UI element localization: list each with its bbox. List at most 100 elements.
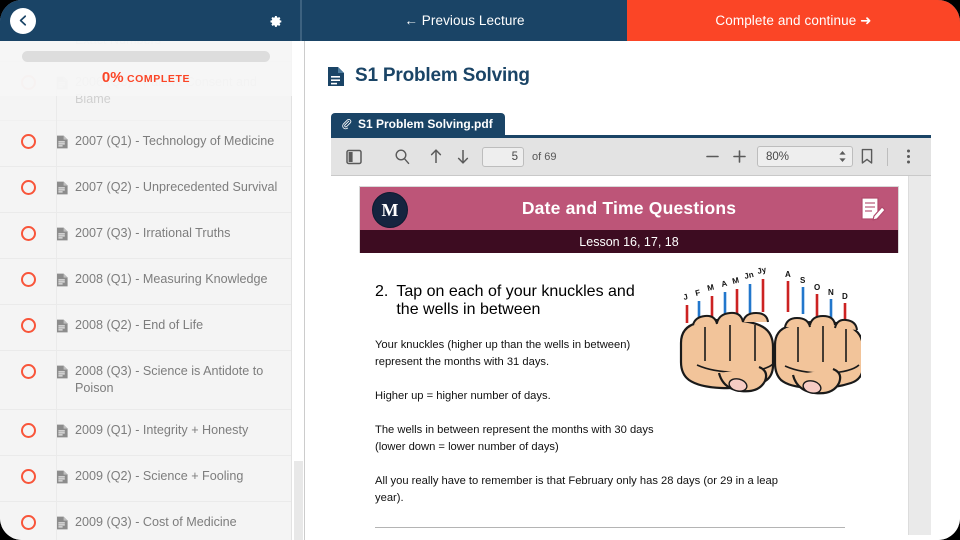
lesson-list: 2006 (Q3) - Higher Education + Exact Num… xyxy=(0,41,291,540)
lesson-list-item[interactable]: 2009 (Q1) - Integrity + Honesty xyxy=(0,410,291,456)
curriculum-sidebar[interactable]: 2006 (Q3) - Higher Education + Exact Num… xyxy=(0,41,292,540)
lesson-incomplete-circle-icon[interactable] xyxy=(20,75,36,90)
lesson-label: 2006 (Q3) - Higher Education + Exact Num… xyxy=(75,41,278,49)
svg-text:M: M xyxy=(706,283,715,293)
pdf-canvas-right-margin xyxy=(908,176,931,535)
sidebar-column-rule xyxy=(56,82,57,540)
lesson-body: 2009 (Q2) - Science + Fooling xyxy=(56,468,278,489)
sidebar-scrollbar[interactable] xyxy=(293,41,305,540)
pdf-search-button[interactable] xyxy=(389,143,416,170)
lesson-body: 2006 (Q3) - Higher Education + Exact Num… xyxy=(56,41,278,49)
pdf-body: J F M A M Jn Jy A S O N D 2. Tap on each… xyxy=(359,253,899,528)
lecture-title-row: S1 Problem Solving xyxy=(305,41,960,87)
lesson-status-col xyxy=(0,317,56,333)
lesson-list-item[interactable]: 2009 (Q3) - Cost of Medicine xyxy=(0,502,291,540)
app-root: ← Previous Lecture Complete and continue… xyxy=(0,0,960,540)
lesson-label: 2007 (Q3) - Irrational Truths xyxy=(75,226,231,240)
lesson-body: 2008 (Q3) - Science is Antidote to Poiso… xyxy=(56,363,278,397)
lesson-label: 2009 (Q2) - Science + Fooling xyxy=(75,469,244,483)
lesson-label: 2008 (Q1) - Measuring Knowledge xyxy=(75,272,268,286)
lesson-incomplete-circle-icon[interactable] xyxy=(20,318,36,333)
sidebar-header xyxy=(0,0,300,41)
pdf-more-options-button[interactable] xyxy=(895,143,922,170)
svg-text:Jn: Jn xyxy=(743,270,754,281)
lesson-status-col xyxy=(0,133,56,149)
lesson-status-col xyxy=(0,271,56,287)
window-frame: ← Previous Lecture Complete and continue… xyxy=(0,0,960,540)
lesson-document-icon xyxy=(56,179,68,200)
svg-text:F: F xyxy=(694,288,701,298)
lesson-body: 2007 (Q1) - Technology of Medicine xyxy=(56,133,278,154)
right-fist-illustration xyxy=(773,314,865,395)
lesson-status-col xyxy=(0,422,56,438)
lesson-body: 2007 (Q2) - Unprecedented Survival xyxy=(56,179,278,200)
lesson-body: 2008 (Q2) - End of Life xyxy=(56,317,278,338)
sidebar-scrollbar-thumb[interactable] xyxy=(294,461,303,540)
lesson-incomplete-circle-icon[interactable] xyxy=(20,226,36,241)
lesson-list-item[interactable]: 2008 (Q2) - End of Life xyxy=(0,305,291,351)
school-crest-logo: M xyxy=(372,192,408,228)
lesson-label: 2007 (Q2) - Unprecedented Survival xyxy=(75,180,278,194)
lesson-status-col xyxy=(0,179,56,195)
lesson-list-item[interactable]: 2008 (Q3) - Science is Antidote to Poiso… xyxy=(0,351,291,410)
settings-button[interactable] xyxy=(264,10,286,32)
lesson-body: 2008 (Q1) - Measuring Knowledge xyxy=(56,271,278,292)
lesson-incomplete-circle-icon[interactable] xyxy=(20,134,36,149)
attachment-tab-label: S1 Problem Solving.pdf xyxy=(358,117,493,131)
lesson-incomplete-circle-icon[interactable] xyxy=(20,364,36,379)
pdf-page-number-input[interactable]: 5 xyxy=(482,146,524,167)
lecture-content-pane: S1 Problem Solving S1 Problem Solving.pd… xyxy=(305,41,960,540)
pdf-zoom-level-select[interactable]: 80% xyxy=(757,146,853,167)
left-fist-illustration xyxy=(679,311,775,393)
lesson-incomplete-circle-icon[interactable] xyxy=(20,180,36,195)
svg-text:A: A xyxy=(720,279,728,289)
complete-and-continue-button[interactable]: Complete and continue ➜ xyxy=(627,0,960,41)
back-button[interactable] xyxy=(10,7,36,34)
lesson-incomplete-circle-icon[interactable] xyxy=(20,515,36,530)
pdf-page-content: M Date and Time Questions Lesson 16, 17,… xyxy=(359,186,899,528)
lesson-list-item[interactable]: 2006 (Q3) - Higher Education + Exact Num… xyxy=(0,41,291,62)
top-navigation-bar: ← Previous Lecture Complete and continue… xyxy=(0,0,960,41)
lesson-document-icon xyxy=(56,514,68,535)
lesson-list-item[interactable]: 2008 (Q1) - Measuring Knowledge xyxy=(0,259,291,305)
previous-lecture-button[interactable]: ← Previous Lecture xyxy=(302,0,627,41)
lesson-list-item[interactable]: 2007 (Q3) - Irrational Truths xyxy=(0,213,291,259)
svg-text:M: M xyxy=(731,276,740,286)
pdf-bookmark-button[interactable] xyxy=(853,143,880,170)
lesson-list-item[interactable]: 2009 (Q2) - Science + Fooling xyxy=(0,456,291,502)
lesson-body: 2007 (Q3) - Irrational Truths xyxy=(56,225,278,246)
pdf-previous-page-button[interactable] xyxy=(422,143,449,170)
chevron-updown-icon xyxy=(839,151,846,162)
pdf-sidebar-toggle-button[interactable] xyxy=(340,143,367,170)
lesson-incomplete-circle-icon[interactable] xyxy=(20,272,36,287)
lesson-incomplete-circle-icon[interactable] xyxy=(20,423,36,438)
lesson-incomplete-circle-icon[interactable] xyxy=(20,469,36,484)
pdf-paragraphs: Your knuckles (higher up than the wells … xyxy=(359,337,675,456)
svg-text:S: S xyxy=(800,276,806,285)
lesson-document-icon xyxy=(56,317,68,338)
document-icon xyxy=(56,227,68,241)
lesson-status-col xyxy=(0,514,56,530)
document-icon xyxy=(56,516,68,530)
pdf-header-title: Date and Time Questions xyxy=(521,198,737,218)
pdf-zoom-in-button[interactable] xyxy=(726,143,753,170)
pdf-canvas-area[interactable]: M Date and Time Questions Lesson 16, 17,… xyxy=(331,176,931,535)
gear-icon xyxy=(270,15,282,27)
pdf-paragraph: Higher up = higher number of days. xyxy=(375,390,551,402)
pdf-zoom-out-button[interactable] xyxy=(699,143,726,170)
pdf-next-page-button[interactable] xyxy=(449,143,476,170)
lesson-status-col xyxy=(0,74,56,90)
pdf-horizontal-rule xyxy=(375,527,845,528)
lesson-list-item[interactable]: 2007 (Q2) - Unprecedented Survival xyxy=(0,167,291,213)
lesson-list-item[interactable]: 2006 (Q3) - Patient Consent and Blame xyxy=(0,62,291,121)
pdf-item-number: 2. xyxy=(375,283,389,300)
arrow-up-icon xyxy=(430,149,441,163)
lesson-label: 2006 (Q3) - Patient Consent and Blame xyxy=(75,75,258,106)
document-icon xyxy=(56,365,68,379)
attachment-tab-pdf[interactable]: S1 Problem Solving.pdf xyxy=(331,113,505,135)
document-icon xyxy=(56,424,68,438)
pdf-toolbar: 5 of 69 80% xyxy=(331,138,931,176)
pdf-item-text: Tap on each of your knuckles and the wel… xyxy=(396,283,635,318)
sidebar-toggle-icon xyxy=(345,149,362,164)
lesson-list-item[interactable]: 2007 (Q1) - Technology of Medicine xyxy=(0,121,291,167)
